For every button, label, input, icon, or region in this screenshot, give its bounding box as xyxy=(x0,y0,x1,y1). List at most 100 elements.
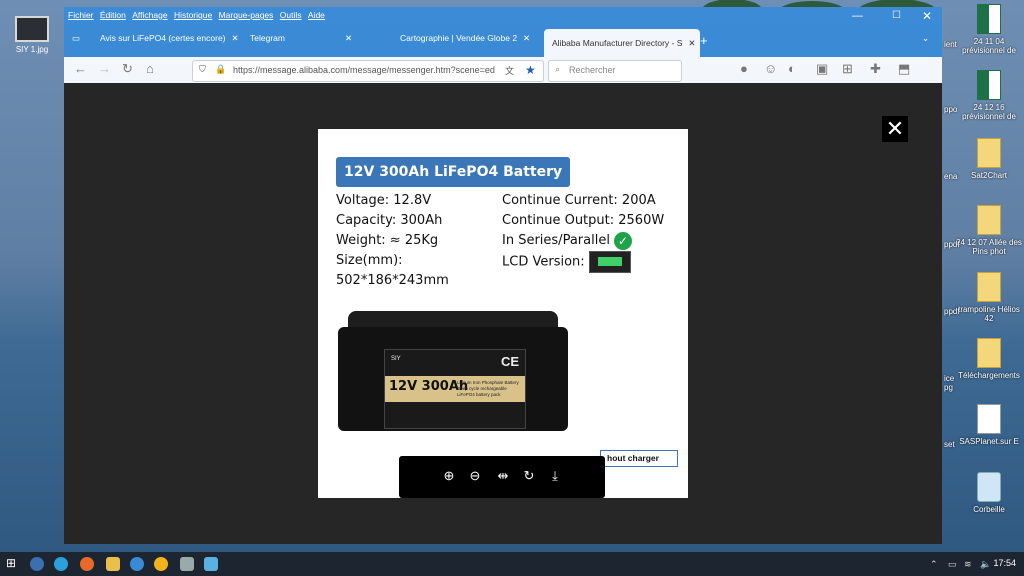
extension-icon[interactable]: ● xyxy=(740,61,748,76)
back-arrow-icon[interactable]: ← xyxy=(74,61,87,76)
desktop-icon-downloads[interactable]: Téléchargements xyxy=(954,338,1024,380)
reload-icon[interactable]: ↻ xyxy=(122,61,133,77)
rotate-icon[interactable]: ↻ xyxy=(519,466,539,486)
bookmark-star-icon[interactable]: ★ xyxy=(525,63,536,77)
browser-window: Fichier Édition Affichage Historique Mar… xyxy=(64,0,942,544)
app-icon[interactable] xyxy=(204,557,218,571)
folder-icon xyxy=(977,138,1001,168)
search-icon: ⌕ xyxy=(555,64,561,74)
desktop-label-fragment: ient xyxy=(944,40,957,49)
home-icon[interactable]: ⌂ xyxy=(146,61,154,76)
desktop-icon-folder-2[interactable]: 24 12 07 Allée des Pins phot xyxy=(954,205,1024,256)
lcd-display-icon xyxy=(588,251,631,273)
clock[interactable]: 17:54 xyxy=(993,558,1016,568)
zoom-out-icon[interactable]: ⊖ xyxy=(465,466,485,486)
desktop-icon-recycle-bin[interactable]: Corbeille xyxy=(954,472,1024,514)
close-icon[interactable]: ✕ xyxy=(345,33,352,43)
close-icon[interactable]: ✕ xyxy=(688,38,695,48)
extension-icon[interactable]: ✚ xyxy=(870,61,881,77)
menu-history[interactable]: Historique xyxy=(174,10,212,20)
menu-view[interactable]: Affichage xyxy=(132,10,167,20)
desktop-label-fragment: ppdf xyxy=(944,307,960,316)
menu-file[interactable]: Fichier xyxy=(68,10,94,20)
download-icon[interactable]: ⤓ xyxy=(545,466,565,486)
tab-label: Telegram xyxy=(250,33,285,43)
ce-mark: CE xyxy=(500,354,519,369)
minimize-button[interactable]: — xyxy=(852,10,863,22)
desktop-icon-sasplanet[interactable]: SASPlanet.sur E xyxy=(954,404,1024,446)
lock-icon[interactable]: 🔒 xyxy=(215,64,226,75)
tab-label: Avis sur LiFePO4 (certes encore) xyxy=(100,33,226,43)
close-icon[interactable]: ✕ xyxy=(523,33,530,43)
extension-icon[interactable]: ⬒ xyxy=(898,61,910,77)
viewer-close-button[interactable]: ✕ xyxy=(882,116,908,142)
tab-alibaba[interactable]: Alibaba Manufacturer Directory - S ✕ xyxy=(544,29,700,57)
desktop-label-fragment: ena xyxy=(944,172,958,181)
desktop-icon-folder-1[interactable]: Sat2Chart xyxy=(954,138,1024,180)
menu-edit[interactable]: Édition xyxy=(100,10,126,20)
extension-icon[interactable]: ☺ xyxy=(764,61,777,76)
desktop-icon-siy[interactable]: SIY 1.jpg xyxy=(10,16,54,54)
search-placeholder: Rechercher xyxy=(569,65,616,75)
search-box[interactable]: ⌕ Rechercher xyxy=(548,60,682,82)
app-icon[interactable] xyxy=(30,557,44,571)
telegram-icon[interactable] xyxy=(54,557,68,571)
battery-label: SIY CE 12V 300Ah Lithium Iron Phosphate … xyxy=(384,349,526,429)
charger-option: hout charger xyxy=(600,450,678,467)
zoom-in-icon[interactable]: ⊕ xyxy=(439,466,459,486)
desktop-label-fragment: ppo xyxy=(944,105,958,114)
tab-list-chevron-icon[interactable]: ⌄ xyxy=(922,33,929,57)
tab-cartographie[interactable]: Cartographie | Vendée Globe 2 ✕ xyxy=(400,33,548,57)
navigation-bar: ← → ↻ ⌂ ⛉ 🔒 https://message.alibaba.com/… xyxy=(64,57,942,83)
battery-illustration: SIY CE 12V 300Ah Lithium Iron Phosphate … xyxy=(338,309,568,434)
menu-bookmarks[interactable]: Marque-pages xyxy=(219,10,274,20)
product-image: 12V 300Ah LiFePO4 Battery Voltage: 12.8V… xyxy=(318,129,688,498)
window-close-button[interactable]: ✕ xyxy=(922,9,932,23)
folder-icon xyxy=(977,205,1001,235)
file-icon xyxy=(977,404,1001,434)
tab-overview-icon[interactable]: ▭ xyxy=(72,33,92,57)
desktop-label-fragment: set xyxy=(944,440,955,449)
spec-current: Continue Current: 200A xyxy=(502,193,656,208)
spec-series: In Series/Parallel ✓ xyxy=(502,231,664,251)
new-tab-button[interactable]: + xyxy=(700,33,708,57)
volume-icon[interactable]: 🔈 xyxy=(980,559,991,570)
url-bar[interactable]: ⛉ 🔒 https://message.alibaba.com/message/… xyxy=(192,60,544,82)
app-icon[interactable] xyxy=(180,557,194,571)
app-icon[interactable] xyxy=(154,557,168,571)
fit-width-icon[interactable]: ⇹ xyxy=(493,466,513,486)
tab-lifepo4[interactable]: Avis sur LiFePO4 (certes encore) ✕ xyxy=(100,33,240,57)
battery-icon[interactable]: ▭ xyxy=(948,559,957,570)
spec-capacity: Capacity: 300Ah xyxy=(336,213,443,228)
forward-arrow-icon[interactable]: → xyxy=(98,61,111,76)
maximize-button[interactable]: ☐ xyxy=(892,10,901,21)
desktop-icon-xls-2[interactable]: 24 12 16 prévisionnel de xyxy=(954,70,1024,121)
tray-chevron-icon[interactable]: ⌃ xyxy=(930,559,938,570)
viewer-toolbar: ⊕ ⊖ ⇹ ↻ ⤓ xyxy=(399,456,605,498)
extension-icon[interactable]: ⊞ xyxy=(842,61,853,77)
desktop-icon-folder-3[interactable]: trampoline Hélios 42 xyxy=(954,272,1024,323)
close-icon[interactable]: ✕ xyxy=(232,33,239,43)
recycle-bin-icon xyxy=(977,472,1001,502)
menu-help[interactable]: Aide xyxy=(308,10,325,20)
right-specs: Continue Current: 200A Continue Output: … xyxy=(502,191,664,273)
desktop-icon-xls-1[interactable]: 24 11 04 prévisionnel de xyxy=(954,4,1024,55)
extension-icon[interactable]: ◐ xyxy=(788,61,796,76)
spec-lcd: LCD Version: xyxy=(502,251,664,273)
windows-start-icon[interactable]: ⊞ xyxy=(6,556,20,570)
firefox-icon[interactable] xyxy=(80,557,94,571)
shield-icon[interactable]: ⛉ xyxy=(199,64,206,75)
app-icon[interactable] xyxy=(130,557,144,571)
folder-icon xyxy=(977,272,1001,302)
url-text: https://message.alibaba.com/message/mess… xyxy=(233,65,495,75)
file-explorer-icon[interactable] xyxy=(106,557,120,571)
translate-icon[interactable]: 文 xyxy=(505,64,514,77)
extension-icon[interactable]: ▣ xyxy=(816,61,828,77)
wifi-icon[interactable]: ≋ xyxy=(964,559,972,570)
folder-icon xyxy=(977,338,1001,368)
spec-output: Continue Output: 2560W xyxy=(502,213,665,228)
tab-telegram[interactable]: Telegram ✕ xyxy=(250,33,390,57)
menu-tools[interactable]: Outils xyxy=(280,10,302,20)
battery-label-band: 12V 300Ah Lithium Iron Phosphate Battery… xyxy=(385,376,525,402)
desktop-icons-right: 24 11 04 prévisionnel de 24 12 16 prévis… xyxy=(950,0,1024,550)
